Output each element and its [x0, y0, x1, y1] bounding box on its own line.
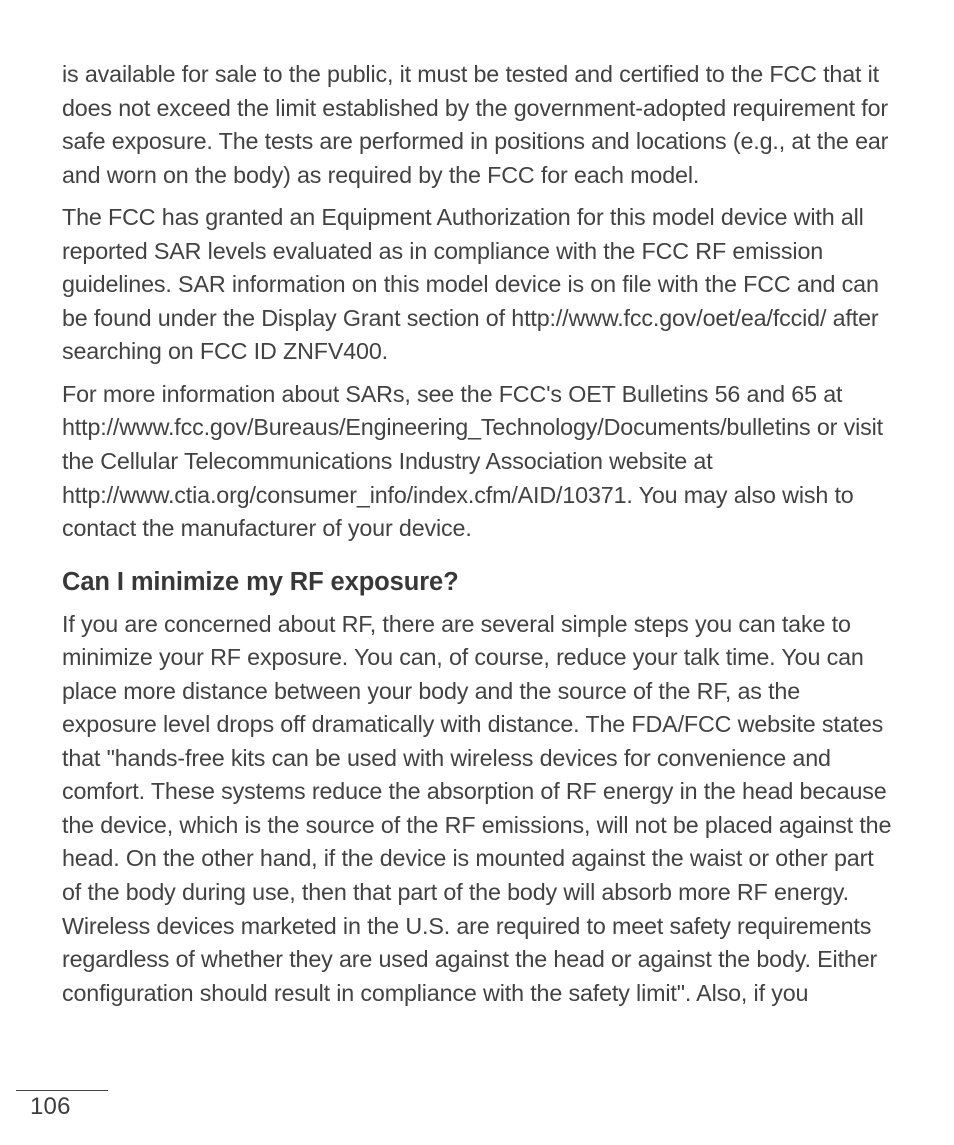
- paragraph: If you are concerned about RF, there are…: [62, 608, 892, 1011]
- body-text-block-1: is available for sale to the public, it …: [62, 58, 892, 546]
- paragraph: is available for sale to the public, it …: [62, 58, 892, 192]
- section-heading: Can I minimize my RF exposure?: [62, 568, 892, 597]
- footer-rule: [16, 1090, 108, 1091]
- paragraph: The FCC has granted an Equipment Authori…: [62, 201, 892, 369]
- body-text-block-2: If you are concerned about RF, there are…: [62, 608, 892, 1011]
- page-footer: 106: [16, 1090, 892, 1121]
- paragraph: For more information about SARs, see the…: [62, 378, 892, 546]
- page-number: 106: [30, 1093, 892, 1121]
- document-page: is available for sale to the public, it …: [0, 0, 954, 1145]
